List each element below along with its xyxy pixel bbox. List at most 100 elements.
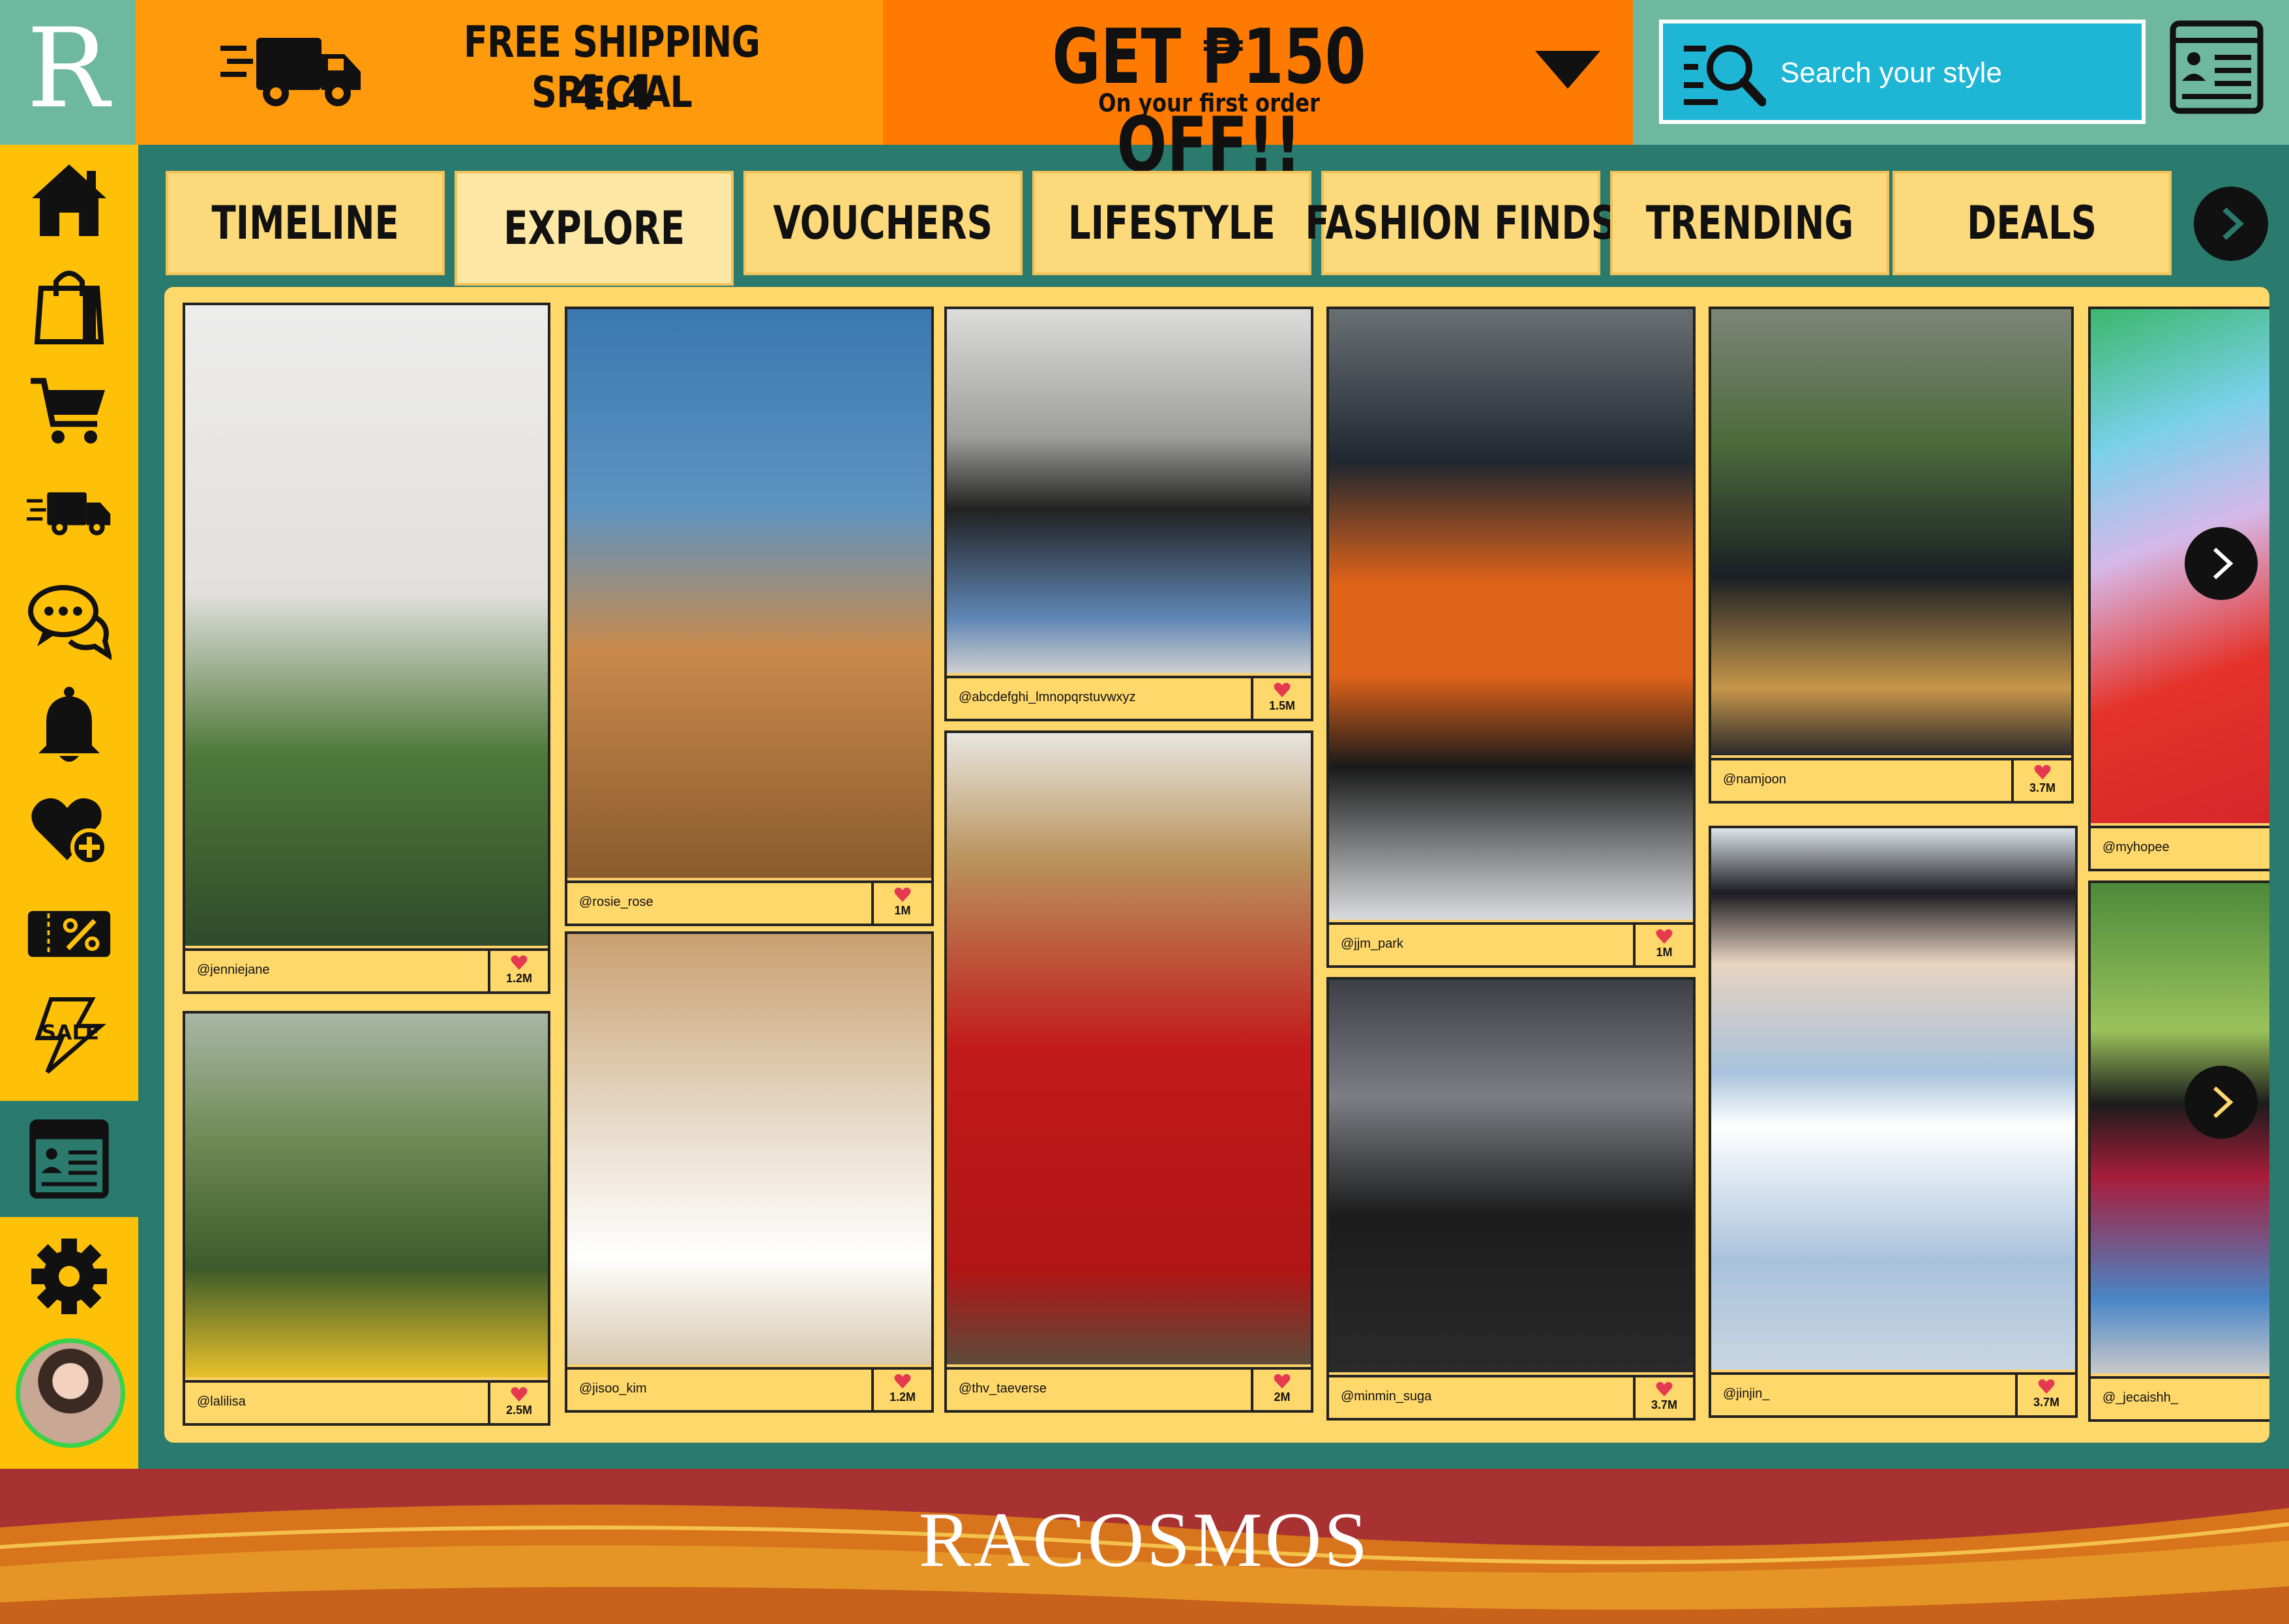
shipping-date: 4.4 [569,65,655,121]
like-count: 2.5M [505,1404,533,1417]
like-count: 2M [1274,1391,1291,1404]
sale-icon: SALE [35,997,107,1074]
post-photo[interactable] [947,309,1311,673]
post-photo[interactable] [947,733,1311,1364]
heart-icon [894,887,911,902]
search-bar[interactable] [1659,20,2146,124]
post-handle[interactable]: @jenniejane [197,963,270,978]
like-count: 3.7M [2029,781,2056,794]
sidebar-item-chat[interactable] [0,572,138,670]
post-card[interactable]: @_jecaishh_ [2088,880,2269,1422]
post-handle[interactable]: @namjoon [1723,772,1786,787]
delivery-truck-icon [220,38,361,106]
sidebar-item-vouchers[interactable] [0,885,138,983]
tab-label: EXPLORE [503,202,685,255]
bell-icon [38,687,100,762]
post-photo[interactable] [185,1014,548,1377]
sidebar-item-home[interactable] [0,151,138,249]
post-photo[interactable] [1329,309,1693,920]
post-photo[interactable] [1711,828,2075,1370]
post-card[interactable]: @minmin_suga 3.7M [1326,977,1696,1421]
heart-icon [511,955,528,970]
tab-deals[interactable]: DEALS [1893,171,2172,275]
like-button[interactable]: 2M [1251,1370,1311,1410]
post-handle[interactable]: @thv_taeverse [959,1381,1047,1396]
like-count: 3.7M [1651,1398,1678,1411]
like-button[interactable]: 1.5M [1251,678,1311,719]
post-caption: @_jecaishh_ [2091,1376,2269,1419]
sidebar-item-wishlist[interactable] [0,781,138,879]
tab-label: TIMELINE [211,196,399,250]
heart-icon [2038,1379,2055,1394]
carousel-next-button[interactable] [2185,527,2258,600]
post-caption: @namjoon 3.7M [1711,758,2071,801]
post-card[interactable]: @jenniejane 1.2M [183,303,550,994]
post-card[interactable]: @lalilisa 2.5M [183,1011,550,1426]
like-button[interactable]: 1.2M [871,1370,931,1410]
sidebar-item-shop[interactable] [0,256,138,353]
tab-explore[interactable]: EXPLORE [455,171,734,286]
tab-label: DEALS [1967,196,2097,250]
sidebar-item-settings[interactable] [0,1227,138,1325]
carousel-next-button[interactable] [2185,1066,2258,1139]
tab-label: FASHION FINDS [1305,196,1617,250]
post-card[interactable]: @rosie_rose 1M [565,307,934,926]
search-input[interactable] [1780,47,2119,99]
post-card[interactable]: @jinjin_ 3.7M [1709,826,2078,1418]
post-handle[interactable]: @abcdefghi_lmnopqrstuvwxyz [959,690,1136,705]
post-card[interactable]: @namjoon 3.7M [1709,307,2074,804]
post-handle[interactable]: @minmin_suga [1341,1389,1431,1404]
sidebar-item-notifications[interactable] [0,676,138,774]
profile-list-icon[interactable] [2168,18,2266,116]
post-card[interactable]: @thv_taeverse 2M [944,730,1313,1413]
post-card[interactable]: @jjm_park 1M [1326,307,1696,968]
post-photo[interactable] [185,305,548,946]
like-button[interactable]: 3.7M [2015,1375,2075,1415]
sidebar-item-sale[interactable]: SALE [0,986,138,1084]
chevron-right-icon [2213,1086,2234,1119]
post-handle[interactable]: @lalilisa [197,1394,246,1409]
post-card[interactable]: @abcdefghi_lmnopqrstuvwxyz 1.5M [944,307,1313,721]
tab-lifestyle[interactable]: LIFESTYLE [1032,171,1311,275]
tab-fashion-finds[interactable]: FASHION FINDS [1305,171,1617,275]
discount-banner[interactable]: GET ₱150 OFF!! On your first order [883,0,1633,189]
tab-vouchers[interactable]: VOUCHERS [743,171,1023,275]
like-button[interactable]: 1M [1633,925,1693,965]
sidebar-item-cart[interactable] [0,360,138,458]
post-handle[interactable]: @jisoo_kim [579,1381,647,1396]
like-button[interactable]: 3.7M [1633,1377,1693,1418]
post-handle[interactable]: @jinjin_ [1723,1387,1769,1402]
svg-text:SALE: SALE [41,1021,99,1045]
post-photo[interactable] [1711,309,2071,755]
app-logo[interactable]: R [0,0,136,145]
chevron-down-icon[interactable] [1535,51,1600,89]
sidebar-item-delivery[interactable] [0,464,138,562]
brand-wordmark: RACOSMOS [918,1496,1371,1583]
post-caption: @jinjin_ 3.7M [1711,1372,2075,1415]
tab-label: TRENDING [1645,196,1854,250]
post-handle[interactable]: @rosie_rose [579,895,653,910]
post-handle[interactable]: @_jecaishh_ [2102,1391,2178,1406]
post-photo[interactable] [567,934,931,1364]
free-shipping-banner[interactable]: FREE SHIPPING SPECIAL 4.4 [136,0,883,145]
like-count: 1.2M [889,1391,916,1404]
like-button[interactable]: 3.7M [2011,760,2071,801]
post-caption: @myhopee [2091,826,2269,869]
sidebar-item-profile[interactable] [0,1101,138,1217]
heart-icon [1656,1381,1673,1396]
like-button[interactable]: 1M [871,883,931,924]
tabs-next-button[interactable] [2194,187,2268,261]
post-card[interactable]: @jisoo_kim 1.2M [565,931,934,1413]
post-handle[interactable]: @myhopee [2102,840,2170,855]
tab-timeline[interactable]: TIMELINE [166,171,445,275]
post-photo[interactable] [567,309,931,878]
like-button[interactable]: 2.5M [488,1383,548,1423]
post-photo[interactable] [1329,980,1693,1372]
heart-icon [511,1387,528,1402]
post-handle[interactable]: @jjm_park [1341,937,1403,952]
avatar[interactable] [16,1338,125,1448]
tab-trending[interactable]: TRENDING [1610,171,1889,275]
heart-icon [1274,1374,1291,1389]
like-button[interactable]: 1.2M [488,951,548,991]
footer: RACOSMOS [0,1469,2289,1624]
